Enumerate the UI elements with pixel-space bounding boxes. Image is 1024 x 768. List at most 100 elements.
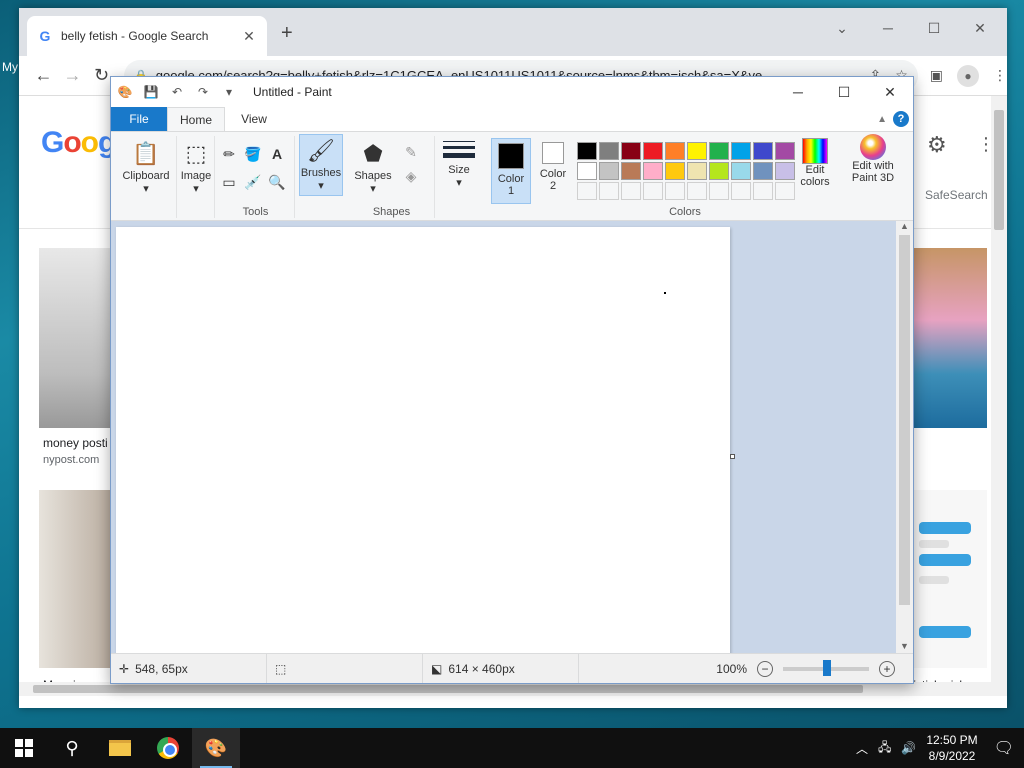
size-button[interactable]: Size ▾ <box>439 134 479 189</box>
color-swatch[interactable] <box>753 162 773 180</box>
result-source[interactable]: nypost.com <box>43 454 99 466</box>
back-button[interactable]: ← <box>29 65 58 86</box>
custom-color-slot[interactable] <box>731 182 751 200</box>
pencil-icon[interactable]: ✏ <box>219 144 239 164</box>
color-swatch[interactable] <box>621 162 641 180</box>
start-button[interactable] <box>0 728 48 768</box>
result-image[interactable] <box>39 248 119 428</box>
color1-button[interactable]: Color 1 <box>491 138 531 204</box>
browser-tab[interactable]: G belly fetish - Google Search ✕ <box>27 16 267 56</box>
maximize-button[interactable]: ☐ <box>821 77 867 107</box>
tab-home[interactable]: Home <box>167 107 225 131</box>
vertical-scrollbar[interactable] <box>991 96 1007 696</box>
color-swatch[interactable] <box>731 162 751 180</box>
color-swatch[interactable] <box>599 142 619 160</box>
color-swatch[interactable] <box>753 142 773 160</box>
custom-color-slot[interactable] <box>775 182 795 200</box>
maximize-button[interactable]: ☐ <box>911 14 957 42</box>
tab-view[interactable]: View <box>225 107 283 131</box>
gear-icon[interactable]: ⚙ <box>927 132 947 158</box>
result-caption[interactable]: money posti <box>43 436 108 450</box>
tab-close-icon[interactable]: ✕ <box>241 28 257 45</box>
scroll-thumb[interactable] <box>899 235 910 605</box>
side-panel-icon[interactable]: ▣ <box>930 67 943 84</box>
google-logo[interactable]: Goog <box>41 126 116 160</box>
desktop-label[interactable]: My <box>2 60 18 74</box>
custom-color-slot[interactable] <box>599 182 619 200</box>
custom-color-slot[interactable] <box>665 182 685 200</box>
color-swatch[interactable] <box>643 142 663 160</box>
image-button[interactable]: ⬚ Image ▾ <box>177 138 215 195</box>
zoom-in-button[interactable]: + <box>879 661 895 677</box>
help-icon[interactable]: ? <box>893 111 909 127</box>
collapse-ribbon-icon[interactable]: ▲ <box>877 114 887 125</box>
magnifier-icon[interactable]: 🔍 <box>267 172 287 192</box>
edit-colors-button[interactable]: Edit colors <box>793 138 837 204</box>
file-explorer-button[interactable] <box>96 728 144 768</box>
redo-icon[interactable]: ↷ <box>195 84 211 100</box>
chevron-up-icon[interactable]: ︿ <box>856 740 868 757</box>
eraser-icon[interactable]: ▭ <box>219 172 239 192</box>
custom-color-slot[interactable] <box>643 182 663 200</box>
color-swatch[interactable] <box>621 142 641 160</box>
color-swatch[interactable] <box>709 162 729 180</box>
profile-avatar[interactable]: ● <box>957 64 979 87</box>
drawing-canvas[interactable] <box>116 227 730 655</box>
menu-dots-icon[interactable]: ⋮ <box>993 67 1007 84</box>
search-button[interactable]: ⚲ <box>48 728 96 768</box>
text-tool-icon[interactable]: A <box>267 144 287 164</box>
result-image[interactable] <box>912 248 987 428</box>
new-tab-button[interactable]: + <box>281 22 293 45</box>
tab-file[interactable]: File <box>111 107 167 131</box>
custom-color-slot[interactable] <box>577 182 597 200</box>
custom-color-slot[interactable] <box>687 182 707 200</box>
chevron-down-icon[interactable]: ⌄ <box>819 14 865 42</box>
color-swatch[interactable] <box>599 162 619 180</box>
color-swatch[interactable] <box>687 162 707 180</box>
minimize-button[interactable]: ─ <box>775 77 821 107</box>
result-image[interactable] <box>39 490 119 668</box>
custom-color-slot[interactable] <box>753 182 773 200</box>
clock[interactable]: 12:50 PM 8/9/2022 <box>926 732 977 764</box>
edit-with-paint3d-button[interactable]: Edit with Paint 3D <box>845 134 901 200</box>
paint-taskbar-button[interactable]: 🎨 <box>192 728 240 768</box>
color-swatch[interactable] <box>665 142 685 160</box>
custom-color-slot[interactable] <box>621 182 641 200</box>
color-swatch[interactable] <box>775 142 795 160</box>
clipboard-button[interactable]: 📋 Clipboard ▾ <box>117 138 175 195</box>
scroll-up-icon[interactable]: ▲ <box>896 221 913 235</box>
volume-icon[interactable]: 🔊 <box>901 741 916 755</box>
paint-app-icon[interactable]: 🎨 <box>117 84 133 100</box>
safesearch-link[interactable]: SafeSearch <box>925 188 988 202</box>
color-swatch[interactable] <box>643 162 663 180</box>
color-swatch[interactable] <box>731 142 751 160</box>
color-swatch[interactable] <box>775 162 795 180</box>
customize-toolbar-icon[interactable]: ▾ <box>221 84 237 100</box>
color-swatch[interactable] <box>577 142 597 160</box>
color2-button[interactable]: Color 2 <box>533 138 573 204</box>
canvas-resize-handle[interactable] <box>730 454 735 459</box>
color-swatch[interactable] <box>577 162 597 180</box>
color-swatch[interactable] <box>687 142 707 160</box>
forward-button[interactable]: → <box>58 65 87 86</box>
brushes-button[interactable]: 🖌 Brushes ▾ <box>299 134 343 196</box>
color-picker-icon[interactable]: 💉 <box>243 172 263 192</box>
undo-icon[interactable]: ↶ <box>169 84 185 100</box>
custom-color-slot[interactable] <box>709 182 729 200</box>
network-icon[interactable]: 🖧 <box>878 738 891 759</box>
close-button[interactable]: ✕ <box>867 77 913 107</box>
shapes-button[interactable]: ⬟ Shapes ▾ <box>351 138 395 195</box>
save-icon[interactable]: 💾 <box>143 84 159 100</box>
zoom-out-button[interactable]: − <box>757 661 773 677</box>
zoom-slider-thumb[interactable] <box>823 660 831 676</box>
color-swatch[interactable] <box>709 142 729 160</box>
close-button[interactable]: ✕ <box>957 14 1003 42</box>
canvas-vertical-scrollbar[interactable]: ▲ ▼ <box>896 221 913 655</box>
fill-bucket-icon[interactable]: 🪣 <box>243 144 263 164</box>
fill-icon[interactable]: ◈ <box>401 166 421 186</box>
outline-icon[interactable]: ✎ <box>401 142 421 162</box>
minimize-button[interactable]: ─ <box>865 14 911 42</box>
chrome-taskbar-button[interactable] <box>144 728 192 768</box>
zoom-slider[interactable] <box>783 660 869 676</box>
color-swatch[interactable] <box>665 162 685 180</box>
